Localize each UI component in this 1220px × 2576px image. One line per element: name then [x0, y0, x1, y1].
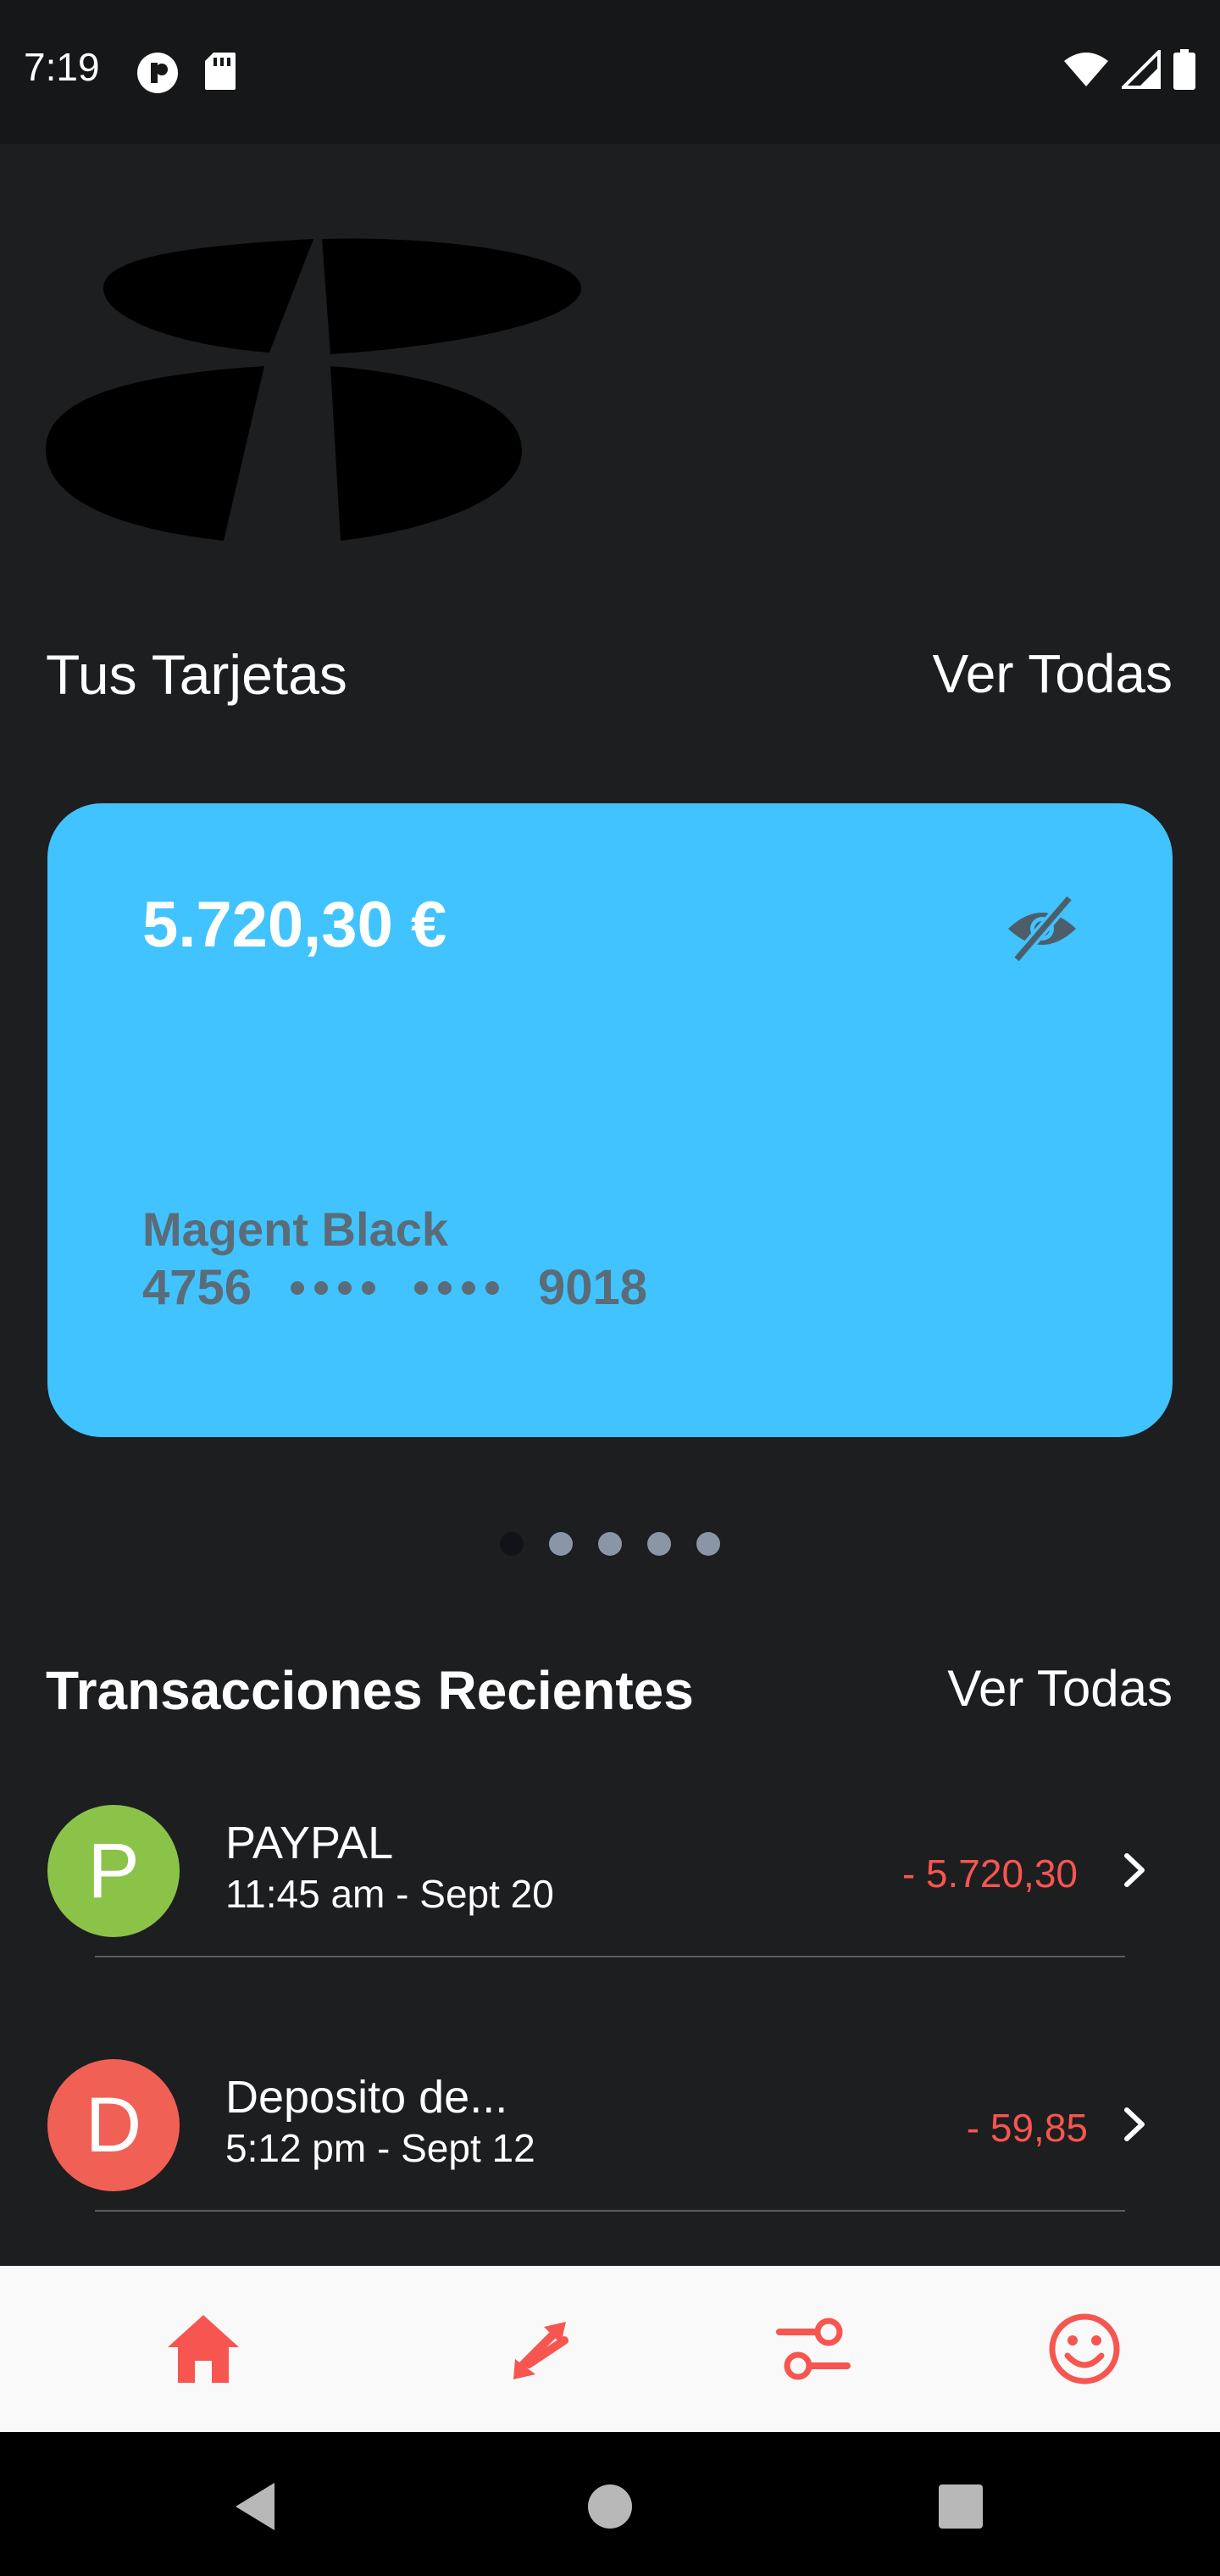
- nav-profile[interactable]: [1037, 2301, 1132, 2396]
- transaction-name: PAYPAL: [225, 1818, 394, 1868]
- transactions-view-all-link[interactable]: Ver Todas: [947, 1659, 1173, 1718]
- transfer-icon: [513, 2322, 568, 2379]
- transaction-avatar: P: [47, 1805, 180, 1937]
- wifi-icon: [1064, 53, 1108, 86]
- bank-card[interactable]: 5.720,30 € Magent Black 4756 9018: [47, 803, 1173, 1437]
- status-icons-left: [136, 51, 237, 95]
- transaction-name: Deposito de...: [225, 2072, 508, 2123]
- system-navigation: [0, 2432, 1220, 2576]
- bottom-navigation: [0, 2266, 1220, 2432]
- status-bar: 7:19: [0, 0, 1220, 144]
- transaction-row[interactable]: D Deposito de... 5:12 pm - Sept 12 - 59,…: [0, 2034, 1220, 2288]
- status-icons-right: [1062, 49, 1196, 90]
- transaction-row[interactable]: P PAYPAL 11:45 am - Sept 20 - 5.720,30: [0, 1779, 1220, 2034]
- pager-dot[interactable]: [696, 1532, 720, 1556]
- sd-card-icon: [205, 53, 236, 90]
- nav-home[interactable]: [156, 2301, 251, 2396]
- home-icon: [168, 2315, 239, 2383]
- transaction-avatar: D: [47, 2059, 180, 2191]
- nav-settings[interactable]: [766, 2301, 861, 2396]
- home-circle-icon[interactable]: [586, 2483, 634, 2530]
- app-logo: [46, 238, 581, 541]
- data-saver-icon: [137, 53, 178, 93]
- pager-dot[interactable]: [549, 1532, 573, 1556]
- recents-icon[interactable]: [939, 2484, 983, 2529]
- card-balance: 5.720,30 €: [142, 889, 447, 961]
- smile-icon: [1049, 2313, 1120, 2384]
- cards-section-title: Tus Tarjetas: [46, 643, 347, 706]
- transactions-section-title: Transacciones Recientes: [46, 1660, 694, 1721]
- status-time: 7:19: [24, 45, 100, 89]
- settings-sliders-icon: [776, 2318, 851, 2380]
- cards-view-all-link[interactable]: Ver Todas: [933, 642, 1173, 705]
- divider: [95, 1956, 1125, 1957]
- eye-off-icon[interactable]: [1003, 890, 1081, 968]
- card-number-mask-2: [414, 1280, 500, 1295]
- card-pager[interactable]: [500, 1532, 720, 1556]
- transaction-time: 5:12 pm - Sept 12: [225, 2126, 535, 2170]
- pager-dot[interactable]: [647, 1532, 671, 1556]
- divider: [95, 2210, 1125, 2212]
- card-number: 4756 9018: [142, 1259, 647, 1316]
- transaction-amount: - 5.720,30: [901, 1852, 1078, 1896]
- card-number-start: 4756: [142, 1260, 252, 1315]
- signal-icon: [1122, 50, 1161, 89]
- nav-transfer[interactable]: [495, 2301, 590, 2396]
- transaction-amount: - 59,85: [966, 2106, 1088, 2150]
- battery-icon: [1173, 49, 1195, 90]
- back-icon[interactable]: [230, 2479, 278, 2534]
- pager-dot[interactable]: [500, 1532, 524, 1556]
- transaction-time: 11:45 am - Sept 20: [225, 1872, 554, 1916]
- card-number-mask-1: [291, 1280, 376, 1295]
- card-name: Magent Black: [142, 1202, 448, 1256]
- chevron-right-icon[interactable]: [1117, 2107, 1152, 2142]
- chevron-right-icon[interactable]: [1117, 1852, 1152, 1888]
- pager-dot[interactable]: [598, 1532, 622, 1556]
- card-number-end: 9018: [538, 1260, 648, 1315]
